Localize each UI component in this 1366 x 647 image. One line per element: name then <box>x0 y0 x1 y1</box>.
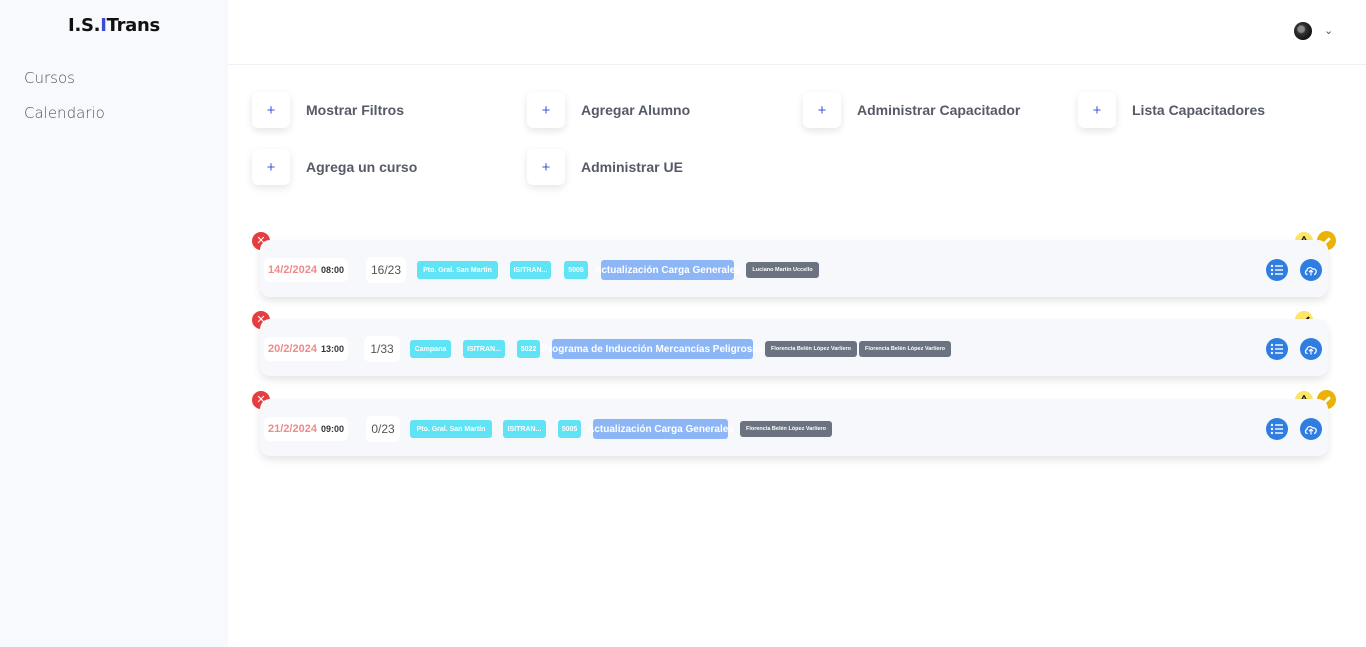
topbar <box>228 0 1366 65</box>
course-date: 14/2/2024 <box>268 264 317 276</box>
course-time: 13:00 <box>320 344 344 354</box>
course-card: 20/2/2024 13:00 1/33 Campana ISITRAN... 5… <box>260 319 1328 376</box>
plus-icon[interactable]: + <box>803 92 841 128</box>
sidebar: I.S.ITrans Cursos Calendario <box>0 0 228 647</box>
course-time: 08:00 <box>320 265 344 275</box>
app-logo[interactable]: I.S.ITrans <box>0 15 228 36</box>
enrollment-count: 16/23 <box>366 257 406 283</box>
instructor-chip: Florencia Belén López Varliero <box>740 421 832 437</box>
org-chip: ISITRAN... <box>510 261 551 279</box>
cloud-upload-icon[interactable] <box>1300 418 1322 440</box>
course-date: 20/2/2024 <box>268 343 317 355</box>
sidebar-item-calendario[interactable]: Calendario <box>24 104 105 122</box>
date-box: 20/2/2024 13:00 <box>264 337 348 361</box>
instructor-chip: Florencia Belén López Varliero <box>859 341 951 357</box>
cloud-upload-icon[interactable] <box>1300 338 1322 360</box>
instructor-chip: Florencia Belén López Varliero <box>765 341 857 357</box>
org-chip: ISITRAN... <box>463 340 505 358</box>
code-chip: 5005 <box>564 261 588 279</box>
course-title: Actualización Carga Generales <box>594 260 741 280</box>
action-label: Lista Capacitadores <box>1132 102 1266 118</box>
list-icon[interactable] <box>1266 418 1288 440</box>
action-label: Agregar Alumno <box>581 102 691 118</box>
course-title: Actualización Carga Generales <box>587 419 734 439</box>
enrollment-count: 0/23 <box>366 416 400 442</box>
manage-trainer-button[interactable]: + Administrar Capacitador <box>803 90 1020 130</box>
course-title: Programa de Inducción Mercancías Peligro… <box>542 339 763 359</box>
manage-ue-button[interactable]: + Administrar UE <box>527 147 683 187</box>
enrollment-count: 1/33 <box>364 336 400 362</box>
code-chip: 5005 <box>558 420 581 438</box>
action-label: Administrar UE <box>581 159 683 175</box>
list-icon[interactable] <box>1266 259 1288 281</box>
chevron-down-icon[interactable]: ⌄ <box>1324 24 1333 37</box>
action-label: Agrega un curso <box>306 159 418 175</box>
instructor-chip: Luciano Martín Uccello <box>746 262 819 278</box>
plus-icon[interactable]: + <box>252 92 290 128</box>
show-filters-button[interactable]: + Mostrar Filtros <box>252 90 404 130</box>
course-time: 09:00 <box>320 424 344 434</box>
course-date: 21/2/2024 <box>268 423 317 435</box>
trainers-list-button[interactable]: + Lista Capacitadores <box>1078 90 1265 130</box>
action-label: Administrar Capacitador <box>857 102 1021 118</box>
date-box: 14/2/2024 08:00 <box>264 258 348 282</box>
location-chip: Pto. Gral. San Martín <box>410 420 492 438</box>
plus-icon[interactable]: + <box>527 149 565 185</box>
code-chip: 5022 <box>517 340 540 358</box>
plus-icon[interactable]: + <box>252 149 290 185</box>
add-course-button[interactable]: + Agrega un curso <box>252 147 417 187</box>
org-chip: ISITRAN... <box>503 420 546 438</box>
date-box: 21/2/2024 09:00 <box>264 417 348 441</box>
sidebar-item-cursos[interactable]: Cursos <box>24 69 75 87</box>
course-card: 21/2/2024 09:00 0/23 Pto. Gral. San Martí… <box>260 399 1328 456</box>
location-chip: Pto. Gral. San Martín <box>417 261 498 279</box>
list-icon[interactable] <box>1266 338 1288 360</box>
plus-icon[interactable]: + <box>527 92 565 128</box>
add-student-button[interactable]: + Agregar Alumno <box>527 90 690 130</box>
plus-icon[interactable]: + <box>1078 92 1116 128</box>
user-avatar[interactable] <box>1294 22 1312 40</box>
action-label: Mostrar Filtros <box>306 102 405 118</box>
location-chip: Campana <box>410 340 451 358</box>
cloud-upload-icon[interactable] <box>1300 259 1322 281</box>
course-card: 14/2/2024 08:00 16/23 Pto. Gral. San Mart… <box>260 240 1328 297</box>
